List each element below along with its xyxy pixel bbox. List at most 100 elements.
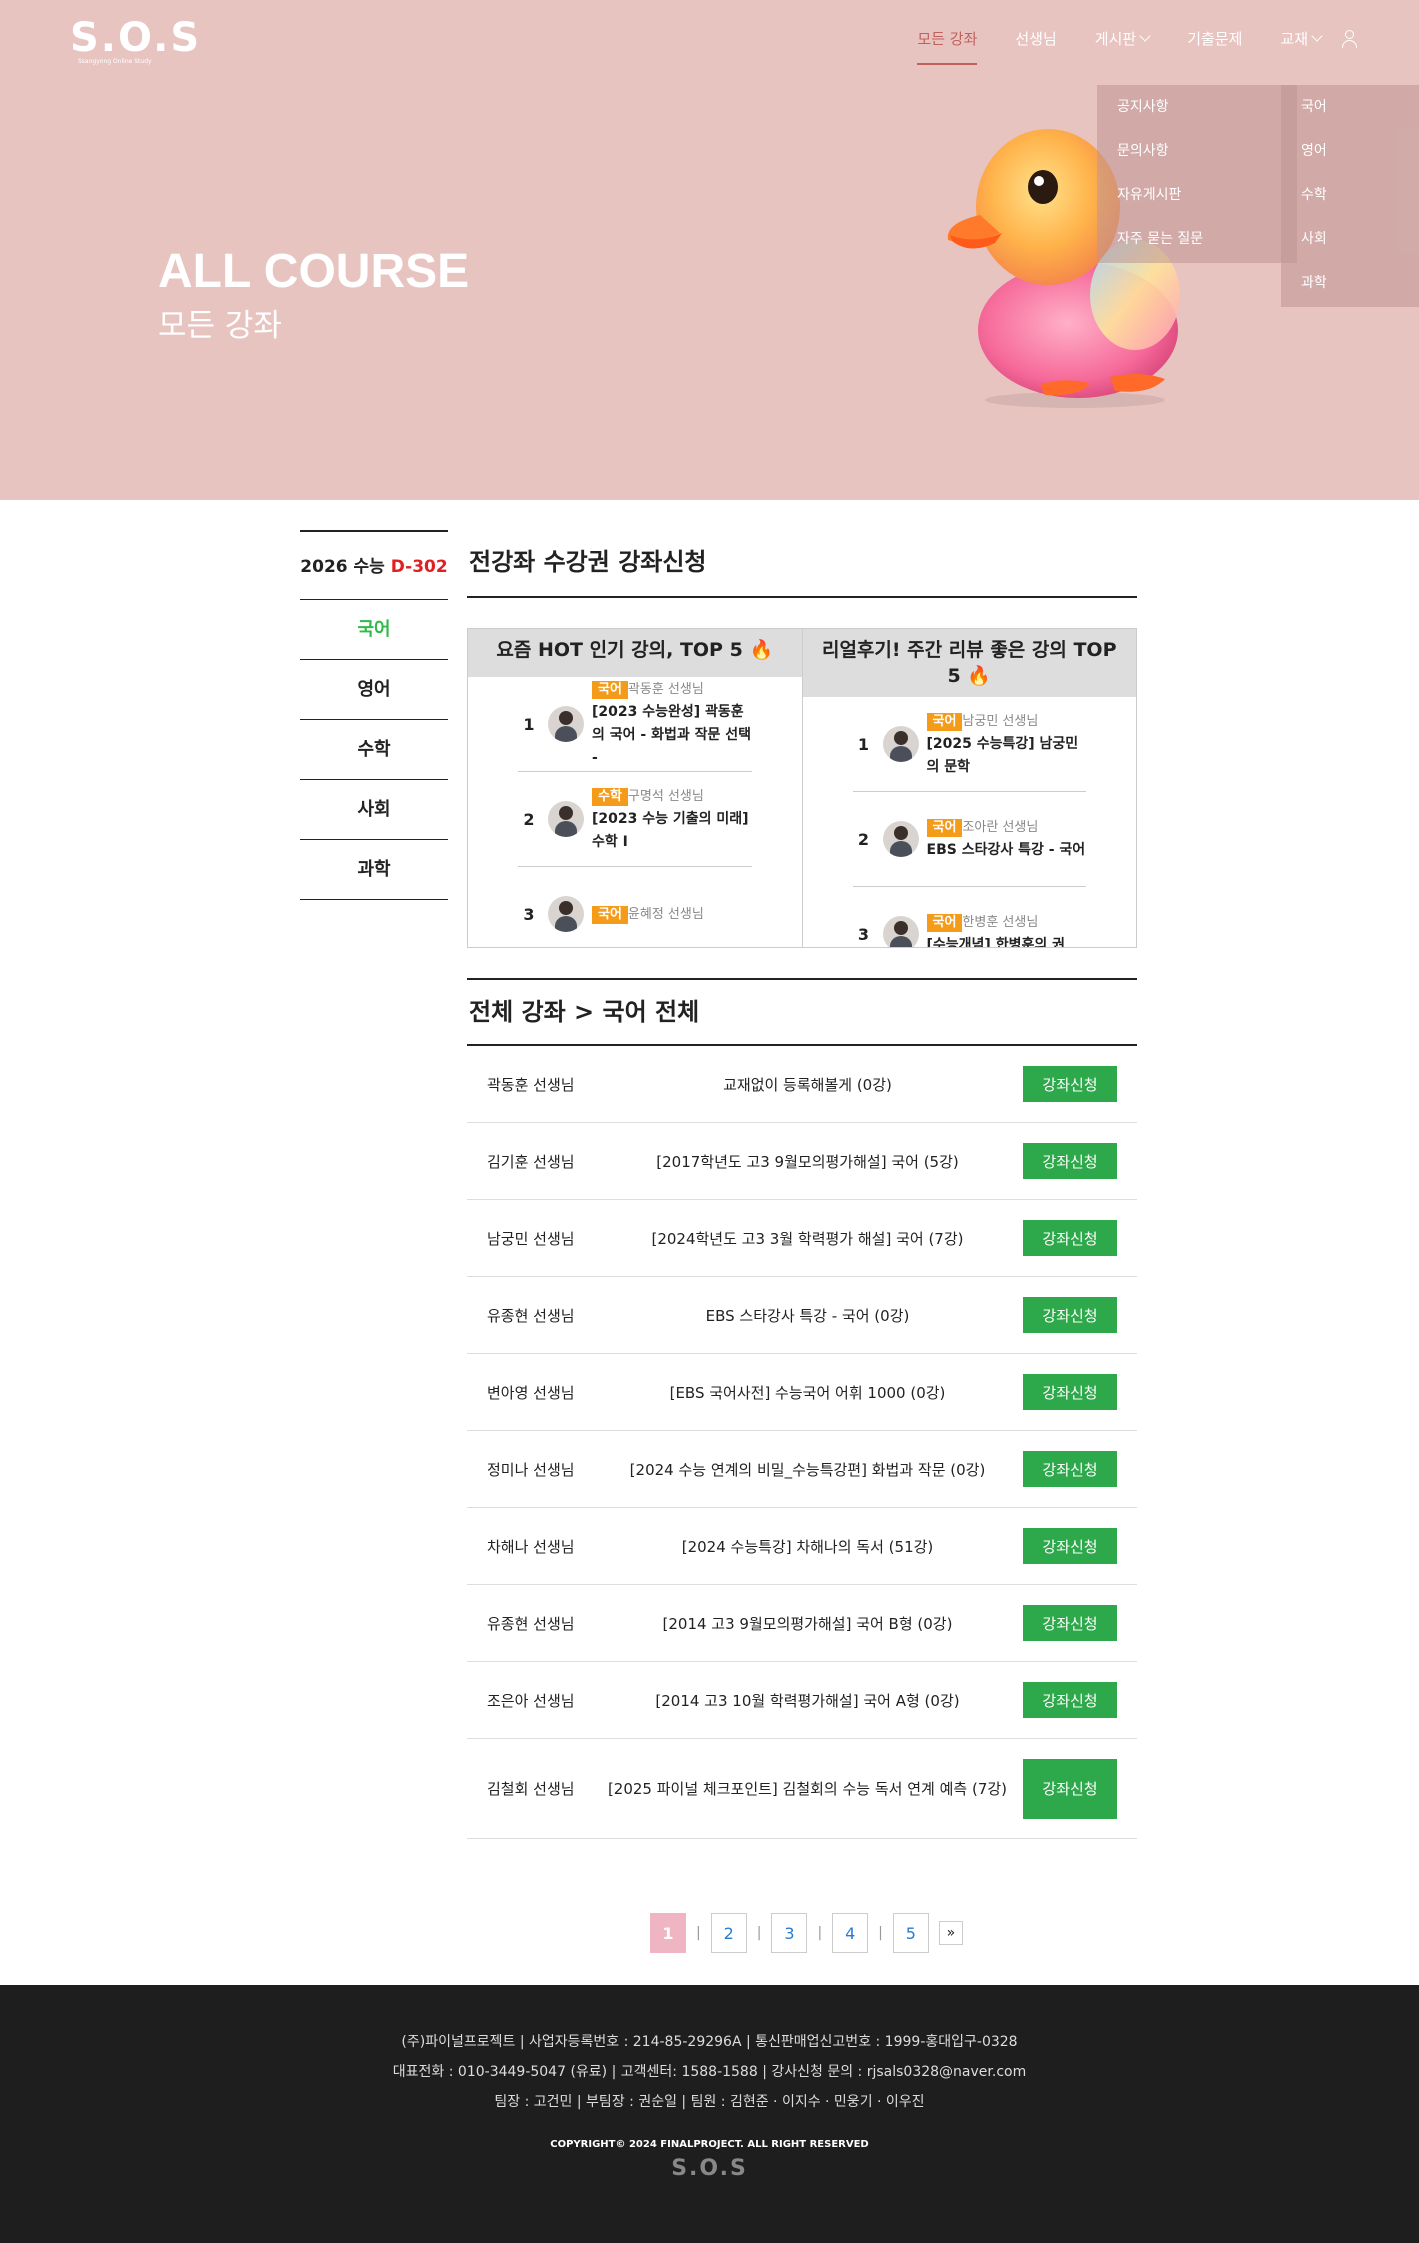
book-menu-science[interactable]: 과학 (1281, 261, 1419, 305)
dday-value: D-302 (390, 557, 448, 577)
chevron-down-icon (1311, 30, 1323, 42)
subject-badge: 국어 (926, 819, 963, 837)
course-title[interactable]: EBS 스타강사 특강 - 국어 (0강) (592, 1305, 1023, 1326)
page-5-button[interactable]: 5 (892, 1913, 929, 1953)
hot-title-text: 요즘 HOT 인기 강의, TOP 5 (496, 639, 743, 661)
list-item[interactable]: 3 국어 윤혜정 선생님 (518, 867, 752, 947)
course-title[interactable]: [2024 수능특강] 차해나의 독서 (51강) (592, 1536, 1023, 1557)
sidebar-item-korean[interactable]: 국어 (300, 600, 448, 660)
nav-all-courses[interactable]: 모든 강좌 (917, 28, 978, 65)
review-list: 1 국어 남궁민 선생님 [2025 수능특강] 남궁민의 문학 2 국어 조아란 … (803, 697, 1137, 947)
apply-button[interactable]: 강좌신청 (1023, 1297, 1117, 1333)
page-1-button[interactable]: 1 (650, 1913, 686, 1953)
nav-label: 기출문제 (1187, 30, 1243, 48)
rank-number: 2 (523, 809, 535, 829)
footer-contact-info: 대표전화 : 010-3449-5047 (유료) | 고객센터: 1588-1… (392, 2064, 1027, 2080)
course-title[interactable]: [EBS 국어사전] 수능국어 어휘 1000 (0강) (592, 1382, 1023, 1403)
course-title[interactable]: [2025 파이널 체크포인트] 김철회의 수능 독서 연계 예측 (7강) (592, 1778, 1023, 1799)
course-info: 국어 윤혜정 선생님 (592, 903, 752, 926)
teacher-avatar (882, 916, 919, 947)
course-title[interactable]: 교재없이 등록해볼게 (0강) (592, 1074, 1023, 1095)
apply-button[interactable]: 강좌신청 (1023, 1220, 1117, 1256)
apply-button[interactable]: 강좌신청 (1023, 1451, 1117, 1487)
list-item[interactable]: 1 국어 곽동훈 선생님 [2023 수능완성] 곽동훈의 국어 - 화법과 작문… (518, 677, 752, 772)
page-3-button[interactable]: 3 (771, 1913, 808, 1953)
sidebar-item-social[interactable]: 사회 (300, 780, 448, 840)
course-list-title: 전체 강좌 > 국어 전체 (467, 978, 1137, 1046)
main-nav: 모든 강좌 선생님 게시판 기출문제 교재 (879, 28, 1359, 65)
sidebar-item-english[interactable]: 영어 (300, 660, 448, 720)
next-page-button[interactable]: » (938, 1921, 963, 1945)
page-2-button[interactable]: 2 (710, 1913, 747, 1953)
table-row: 차해나 선생님 [2024 수능특강] 차해나의 독서 (51강) 강좌신청 (467, 1508, 1137, 1585)
apply-button[interactable]: 강좌신청 (1023, 1758, 1117, 1819)
review-ranking-title: 리얼후기! 주간 리뷰 좋은 강의 TOP 5 🔥 (802, 629, 1136, 697)
course-teacher: 김기훈 선생님 (487, 1152, 575, 1171)
course-title[interactable]: [2014 고3 9월모의평가해설] 국어 B형 (0강) (592, 1613, 1023, 1634)
course-title[interactable]: [2024학년도 고3 3월 학력평가 해설] 국어 (7강) (592, 1228, 1023, 1249)
hot-list: 1 국어 곽동훈 선생님 [2023 수능완성] 곽동훈의 국어 - 화법과 작문… (468, 677, 802, 947)
apply-button[interactable]: 강좌신청 (1023, 1066, 1117, 1102)
page-separator: | (756, 1925, 762, 1941)
review-ranking-column: 리얼후기! 주간 리뷰 좋은 강의 TOP 5 🔥 1 국어 남궁민 선생님 [2… (802, 629, 1137, 947)
nav-books[interactable]: 교재 (1280, 28, 1323, 49)
nav-teachers[interactable]: 선생님 (1015, 28, 1056, 49)
board-menu-notice[interactable]: 공지사항 (1097, 85, 1297, 129)
board-menu-free[interactable]: 자유게시판 (1097, 173, 1297, 217)
list-item[interactable]: 2 국어 조아란 선생님 EBS 스타강사 특강 - 국어 (852, 792, 1086, 887)
course-list: 곽동훈 선생님 교재없이 등록해볼게 (0강) 강좌신청 김기훈 선생님 [20… (467, 1046, 1137, 1839)
subject-badge: 국어 (592, 905, 628, 924)
hot-ranking-title: 요즘 HOT 인기 강의, TOP 5 🔥 (468, 629, 802, 677)
chevron-down-icon (1139, 30, 1151, 42)
apply-button[interactable]: 강좌신청 (1023, 1374, 1117, 1410)
course-title[interactable]: [2023 수능 기출의 미래] 수학 I (592, 811, 749, 850)
apply-button[interactable]: 강좌신청 (1023, 1528, 1117, 1564)
rank-number: 2 (857, 829, 870, 849)
course-title[interactable]: [2017학년도 고3 9월모의평가해설] 국어 (5강) (592, 1151, 1023, 1172)
dday-prefix: 2026 수능 (300, 557, 385, 577)
board-menu-inquiry[interactable]: 문의사항 (1097, 129, 1297, 173)
nav-label: 교재 (1280, 30, 1308, 48)
apply-button[interactable]: 강좌신청 (1023, 1682, 1117, 1718)
course-title[interactable]: [2024 수능 연계의 비밀_수능특강편] 화법과 작문 (0강) (592, 1459, 1023, 1480)
course-title[interactable]: [2014 고3 10월 학력평가해설] 국어 A형 (0강) (592, 1690, 1023, 1711)
course-teacher: 변아영 선생님 (487, 1383, 575, 1402)
teacher-name: 한병훈 선생님 (962, 915, 1039, 930)
board-dropdown: 공지사항 문의사항 자유게시판 자주 묻는 질문 (1097, 85, 1297, 263)
footer-logo: S.O.S (671, 2156, 748, 2181)
rank-number: 3 (857, 924, 870, 944)
book-menu-math[interactable]: 수학 (1281, 173, 1419, 217)
list-item[interactable]: 2 수학 구명석 선생님 [2023 수능 기출의 미래] 수학 I (518, 772, 752, 867)
footer-team-info: 팀장 : 고건민 | 부팀장 : 권순일 | 팀원 : 김현준 · 이지수 · … (494, 2094, 925, 2110)
course-title[interactable]: [2023 수능완성] 곽동훈의 국어 - 화법과 작문 선택 - (592, 704, 751, 766)
flame-icon: 🔥 (967, 665, 992, 687)
nav-board[interactable]: 게시판 (1095, 28, 1151, 49)
nav-past-exams[interactable]: 기출문제 (1187, 28, 1242, 49)
course-title[interactable]: [수능개념] 한병훈의 권 (927, 937, 1065, 947)
board-menu-faq[interactable]: 자주 묻는 질문 (1097, 217, 1297, 261)
user-icon[interactable] (1341, 29, 1359, 48)
course-teacher: 조은아 선생님 (487, 1691, 575, 1710)
apply-button[interactable]: 강좌신청 (1023, 1143, 1117, 1179)
page-4-button[interactable]: 4 (832, 1913, 869, 1953)
apply-button[interactable]: 강좌신청 (1023, 1605, 1117, 1641)
footer-copyright: COPYRIGHT© 2024 FINALPROJECT. ALL RIGHT … (550, 2139, 869, 2150)
sidebar-item-math[interactable]: 수학 (300, 720, 448, 780)
table-row: 남궁민 선생님 [2024학년도 고3 3월 학력평가 해설] 국어 (7강) … (467, 1200, 1137, 1277)
page-separator: | (878, 1925, 883, 1941)
table-row: 조은아 선생님 [2014 고3 10월 학력평가해설] 국어 A형 (0강) … (467, 1662, 1137, 1739)
sidebar-item-science[interactable]: 과학 (300, 840, 448, 900)
list-item[interactable]: 1 국어 남궁민 선생님 [2025 수능특강] 남궁민의 문학 (852, 697, 1086, 792)
main-content: 전강좌 수강권 강좌신청 요즘 HOT 인기 강의, TOP 5 🔥 1 국어 곽… (467, 530, 1137, 1839)
teacher-avatar (548, 706, 584, 742)
course-title[interactable]: EBS 스타강사 특강 - 국어 (927, 842, 1086, 858)
site-logo[interactable]: S.O.S Ssangyong Online Study (70, 18, 199, 70)
course-teacher: 유종현 선생님 (487, 1614, 575, 1633)
book-menu-english[interactable]: 영어 (1281, 129, 1419, 173)
nav-label: 모든 강좌 (917, 30, 978, 48)
book-menu-social[interactable]: 사회 (1281, 217, 1419, 261)
hero-subtitle: 모든 강좌 (158, 308, 282, 344)
course-title[interactable]: [2025 수능특강] 남궁민의 문학 (927, 736, 1079, 775)
list-item[interactable]: 3 국어 한병훈 선생님 [수능개념] 한병훈의 권 (853, 887, 1087, 947)
book-menu-korean[interactable]: 국어 (1281, 85, 1419, 129)
